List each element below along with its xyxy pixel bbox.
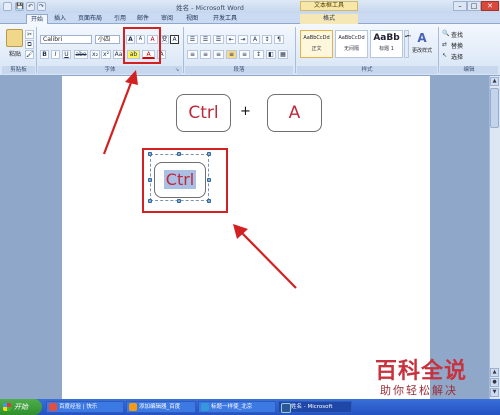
browser-icon <box>129 403 137 411</box>
prev-page-icon[interactable]: ▲ <box>490 368 499 377</box>
windows-logo-icon <box>3 403 11 411</box>
taskbar-item-title[interactable]: 标题一样使_北京 <box>198 401 276 413</box>
watermark-title: 百科全说 <box>375 359 468 384</box>
browser-icon <box>201 403 209 411</box>
taskbar-item-baidu[interactable]: 百度经验 | 快乐 <box>46 401 124 413</box>
arrow-to-font-group <box>102 70 138 155</box>
browse-object-icon[interactable]: ● <box>490 378 499 387</box>
next-page-icon[interactable]: ▼ <box>490 388 499 397</box>
word-icon <box>281 403 291 413</box>
arrow-to-selected-box <box>233 224 297 289</box>
scroll-thumb[interactable] <box>490 88 499 128</box>
watermark-subtitle: 助你轻松解决 <box>380 384 458 397</box>
scroll-up-icon[interactable]: ▲ <box>490 77 499 86</box>
browser-icon <box>49 403 57 411</box>
